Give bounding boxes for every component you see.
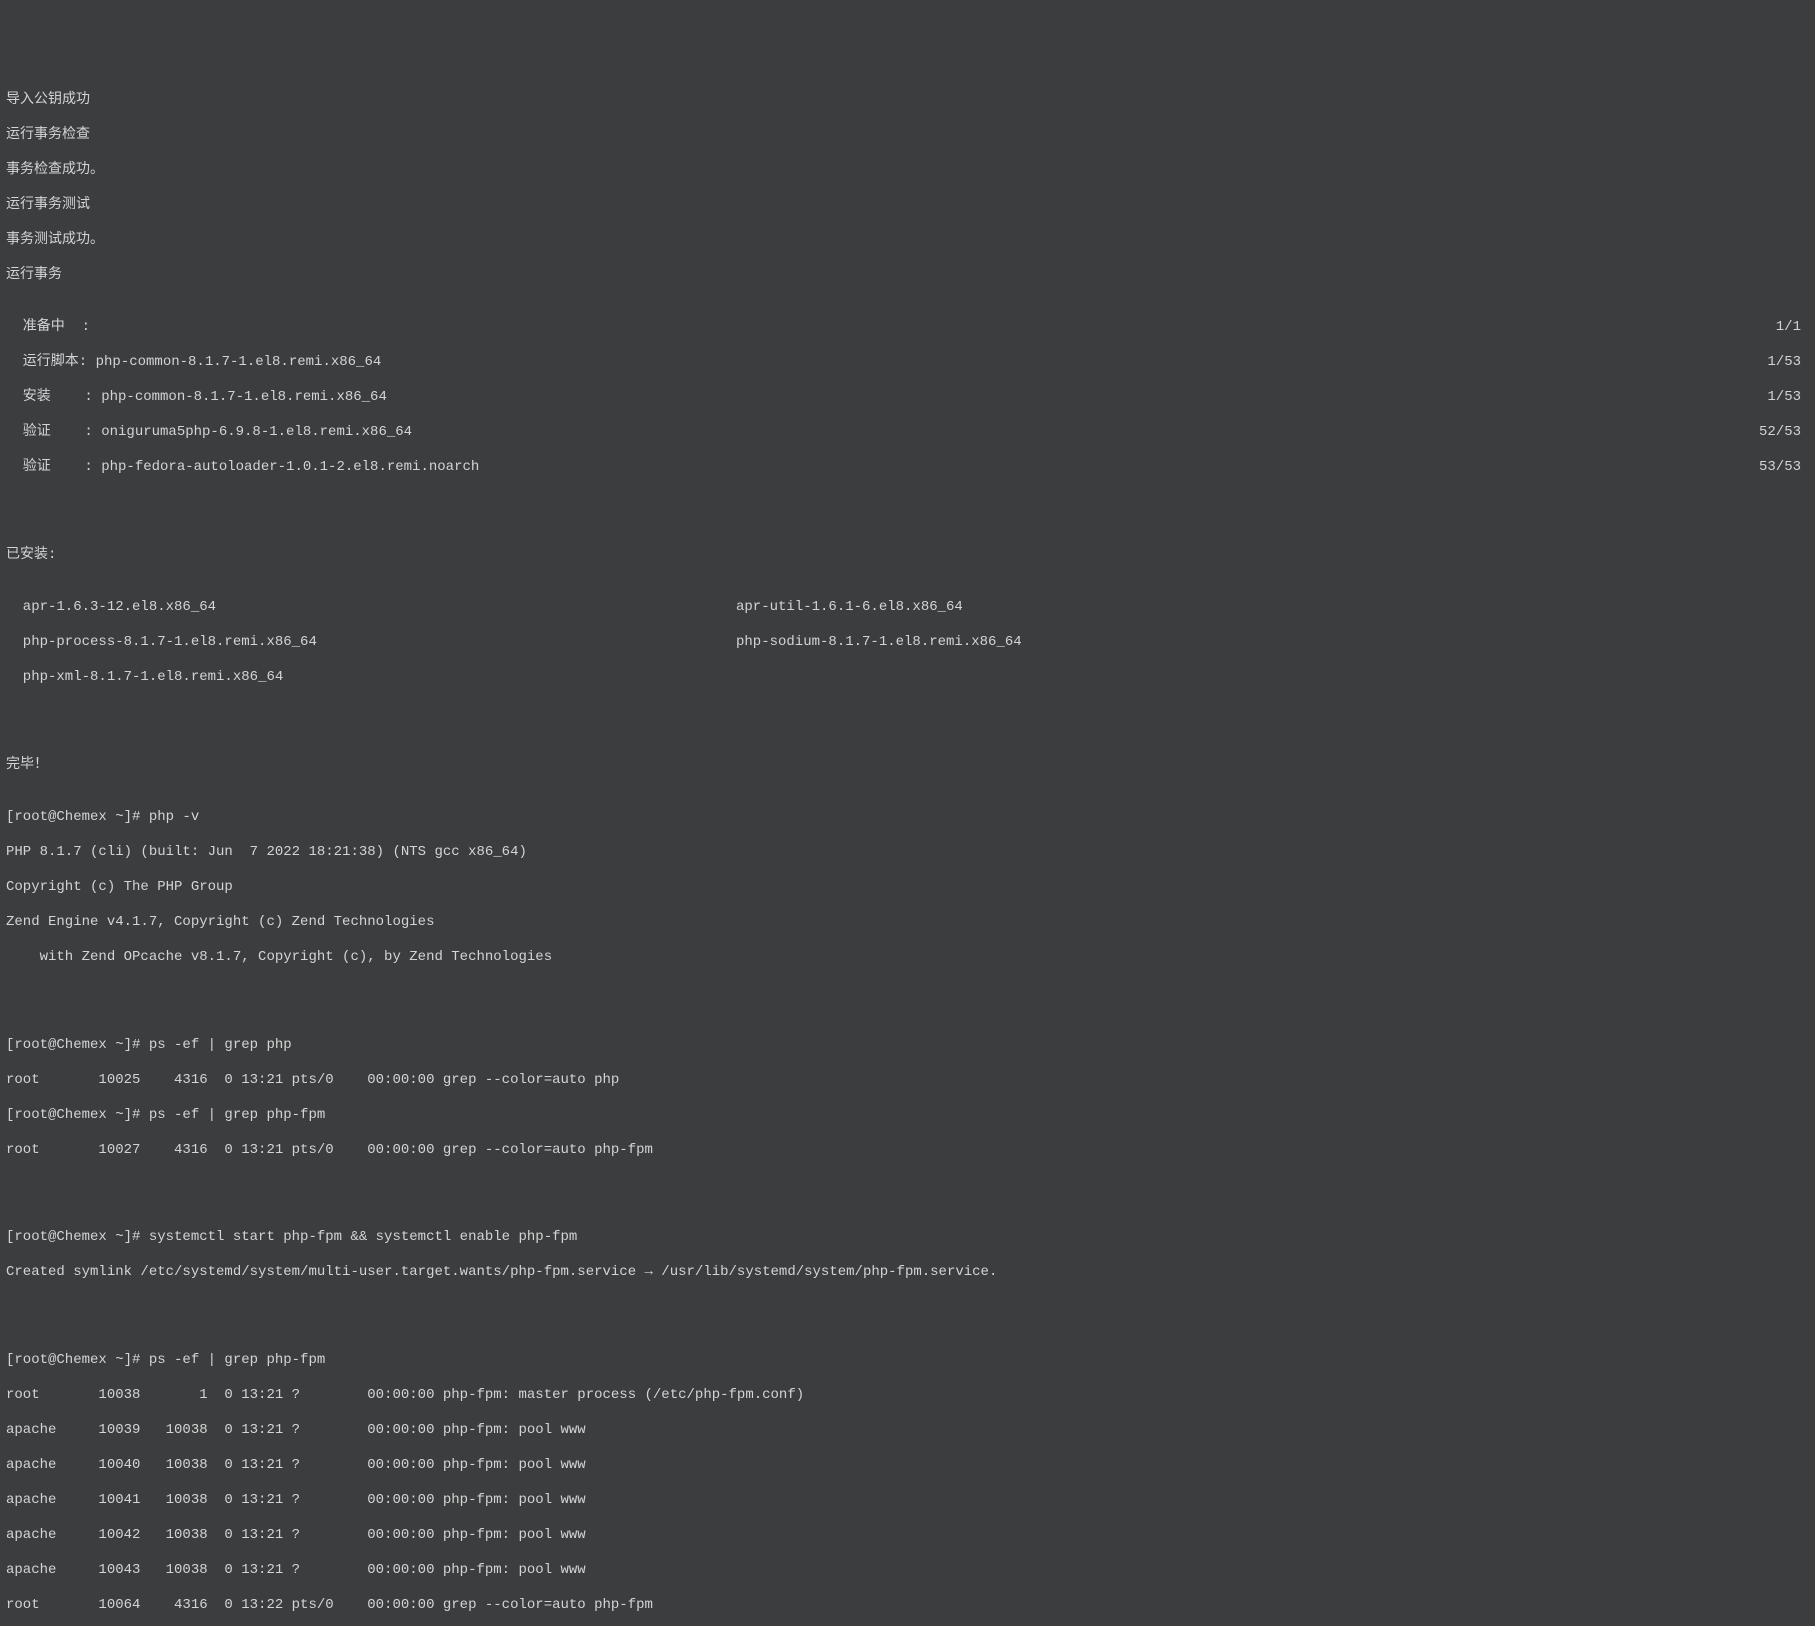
ps-line: apache 10043 10038 0 13:21 ? 00:00:00 ph… [6, 1562, 1809, 1580]
progress-line: 验证 : oniguruma5php-6.9.8-1.el8.remi.x86_… [6, 424, 1809, 442]
installed-row: php-process-8.1.7-1.el8.remi.x86_64php-s… [6, 634, 1809, 652]
intro-line: 运行事务 [6, 267, 1809, 285]
progress-left: 验证 : php-fedora-autoloader-1.0.1-2.el8.r… [6, 459, 479, 477]
installed-left: php-xml-8.1.7-1.el8.remi.x86_64 [6, 669, 736, 687]
blank-line [6, 1002, 1809, 1020]
installed-row: php-xml-8.1.7-1.el8.remi.x86_64 [6, 669, 1809, 687]
ps-line: apache 10039 10038 0 13:21 ? 00:00:00 ph… [6, 1422, 1809, 1440]
installed-right [736, 669, 1809, 687]
installed-left: php-process-8.1.7-1.el8.remi.x86_64 [6, 634, 736, 652]
ps-line: [root@Chemex ~]# ps -ef | grep php [6, 1037, 1809, 1055]
done-line: 完毕！ [6, 757, 1809, 775]
installed-row: apr-1.6.3-12.el8.x86_64apr-util-1.6.1-6.… [6, 599, 1809, 617]
php-version-line: Zend Engine v4.1.7, Copyright (c) Zend T… [6, 914, 1809, 932]
systemctl-line: [root@Chemex ~]# systemctl start php-fpm… [6, 1229, 1809, 1247]
ps-line: root 10038 1 0 13:21 ? 00:00:00 php-fpm:… [6, 1387, 1809, 1405]
intro-line: 事务检查成功。 [6, 162, 1809, 180]
installed-right: php-sodium-8.1.7-1.el8.remi.x86_64 [736, 634, 1809, 652]
php-version-line: Copyright (c) The PHP Group [6, 879, 1809, 897]
ps-line: [root@Chemex ~]# ps -ef | grep php-fpm [6, 1107, 1809, 1125]
installed-right: apr-util-1.6.1-6.el8.x86_64 [736, 599, 1809, 617]
ps-line: apache 10040 10038 0 13:21 ? 00:00:00 ph… [6, 1457, 1809, 1475]
blank-line [6, 1194, 1809, 1212]
ps-line: root 10064 4316 0 13:22 pts/0 00:00:00 g… [6, 1597, 1809, 1615]
ps-line: root 10025 4316 0 13:21 pts/0 00:00:00 g… [6, 1072, 1809, 1090]
progress-line: 安装 : php-common-8.1.7-1.el8.remi.x86_64 1… [6, 389, 1809, 407]
php-version-line: PHP 8.1.7 (cli) (built: Jun 7 2022 18:21… [6, 844, 1809, 862]
intro-line: 事务测试成功。 [6, 232, 1809, 250]
intro-line: 运行事务检查 [6, 127, 1809, 145]
ps-line: [root@Chemex ~]# ps -ef | grep php-fpm [6, 1352, 1809, 1370]
progress-line: 验证 : php-fedora-autoloader-1.0.1-2.el8.r… [6, 459, 1809, 477]
progress-right: 1/53 [1767, 354, 1809, 372]
blank-line [6, 1317, 1809, 1335]
progress-right: 1/1 [1776, 319, 1809, 337]
progress-left: 准备中 : [6, 319, 90, 337]
progress-left: 验证 : oniguruma5php-6.9.8-1.el8.remi.x86_… [6, 424, 412, 442]
ps-line: apache 10041 10038 0 13:21 ? 00:00:00 ph… [6, 1492, 1809, 1510]
terminal-output[interactable]: 导入公钥成功 运行事务检查 事务检查成功。 运行事务测试 事务测试成功。 运行事… [6, 74, 1809, 1626]
blank-line [6, 512, 1809, 530]
systemctl-line: Created symlink /etc/systemd/system/mult… [6, 1264, 1809, 1282]
intro-line: 运行事务测试 [6, 197, 1809, 215]
php-version-line: [root@Chemex ~]# php -v [6, 809, 1809, 827]
installed-left: apr-1.6.3-12.el8.x86_64 [6, 599, 736, 617]
progress-left: 运行脚本: php-common-8.1.7-1.el8.remi.x86_64 [6, 354, 381, 372]
installed-header: 已安装: [6, 547, 1809, 565]
progress-left: 安装 : php-common-8.1.7-1.el8.remi.x86_64 [6, 389, 387, 407]
progress-line: 运行脚本: php-common-8.1.7-1.el8.remi.x86_64… [6, 354, 1809, 372]
intro-line: 导入公钥成功 [6, 92, 1809, 110]
ps-line: apache 10042 10038 0 13:21 ? 00:00:00 ph… [6, 1527, 1809, 1545]
ps-line: root 10027 4316 0 13:21 pts/0 00:00:00 g… [6, 1142, 1809, 1160]
progress-right: 52/53 [1759, 424, 1809, 442]
php-version-line: with Zend OPcache v8.1.7, Copyright (c),… [6, 949, 1809, 967]
blank-line [6, 722, 1809, 740]
progress-right: 1/53 [1767, 389, 1809, 407]
progress-line: 准备中 : 1/1 [6, 319, 1809, 337]
progress-right: 53/53 [1759, 459, 1809, 477]
